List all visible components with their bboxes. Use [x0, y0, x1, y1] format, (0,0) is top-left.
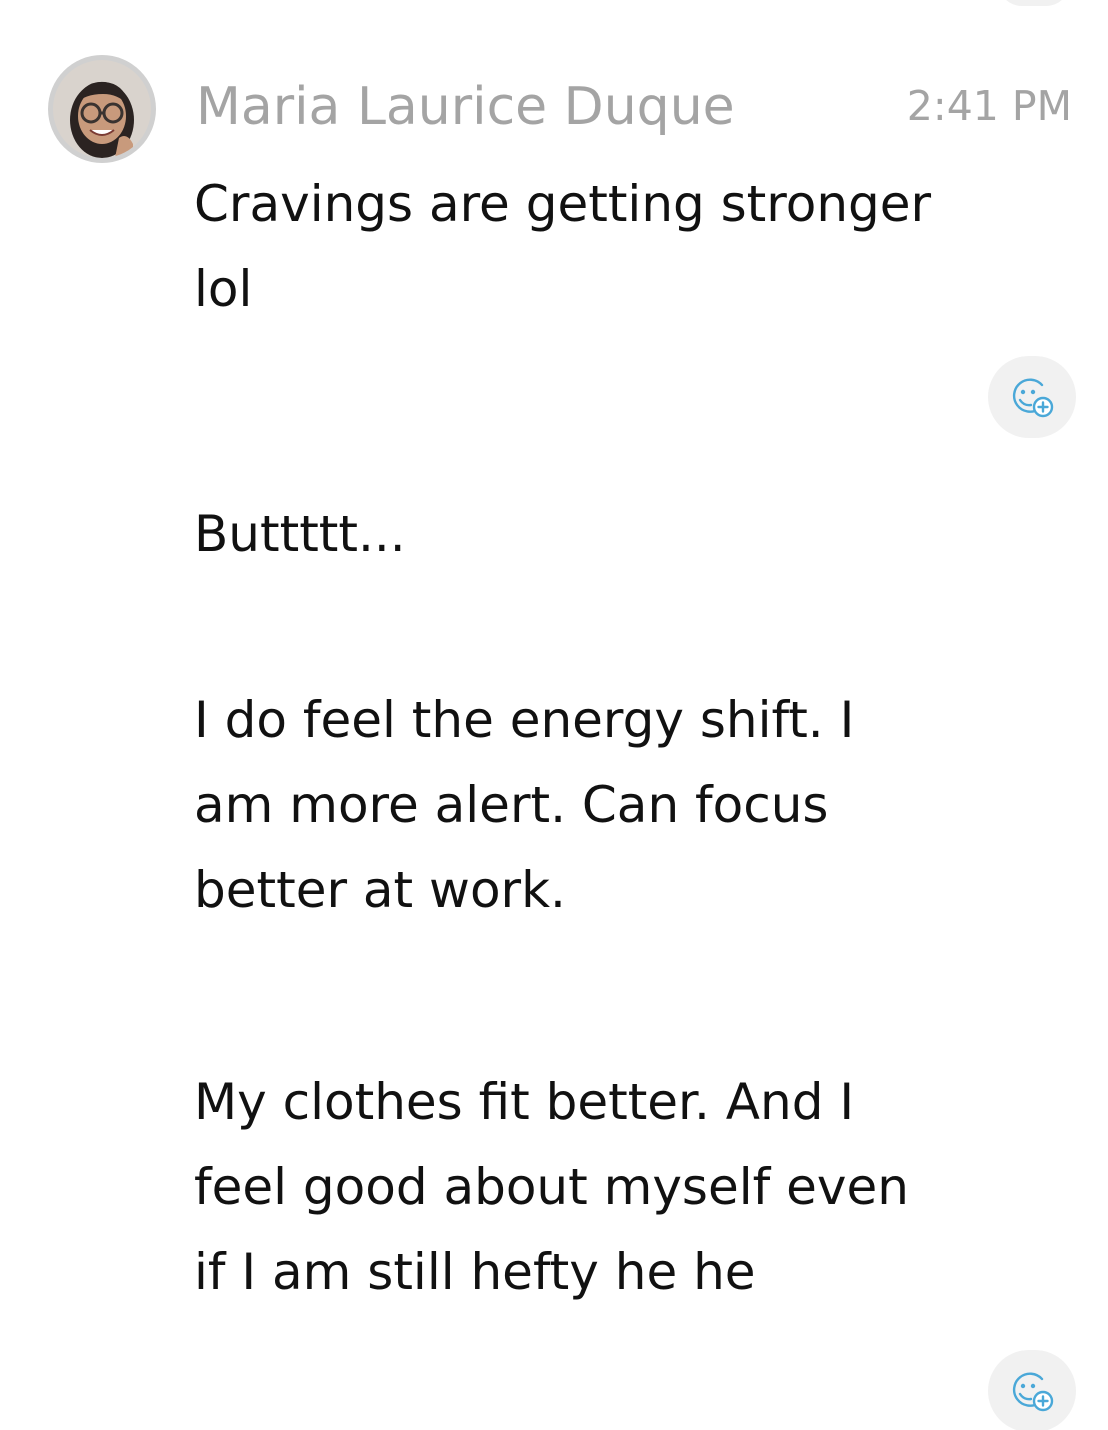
- add-reaction-button[interactable]: [988, 356, 1076, 438]
- sender-name[interactable]: Maria Laurice Duque: [196, 76, 735, 138]
- message-text: My clothes fit better. And I feel good a…: [194, 1073, 909, 1301]
- message-timestamp: 2:41 PM: [906, 82, 1072, 130]
- add-reaction-button[interactable]: [988, 1350, 1076, 1430]
- add-reaction-smiley-icon: [1012, 378, 1054, 418]
- partial-reaction-button[interactable]: [998, 0, 1070, 6]
- message-text: I do feel the energy shift. I am more al…: [194, 691, 855, 919]
- message-text: Cravings are getting stronger lol: [194, 175, 932, 318]
- avatar[interactable]: [48, 55, 156, 163]
- profile-photo-icon: [53, 60, 151, 158]
- chat-screen: Maria Laurice Duque 2:41 PM Cravings are…: [0, 0, 1108, 1430]
- message-text: Buttttt...: [194, 505, 406, 563]
- add-reaction-smiley-icon: [1012, 1372, 1054, 1412]
